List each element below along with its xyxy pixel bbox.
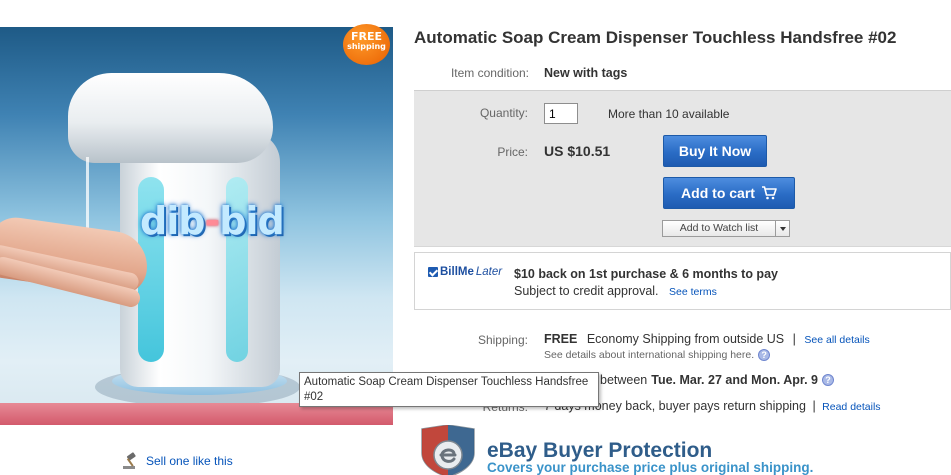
bml-logo-later: Later [475, 266, 503, 278]
product-image[interactable]: dib-bid [0, 27, 393, 425]
bill-me-later-box [414, 252, 951, 310]
delivery-estimate: between Tue. Mar. 27 and Mon. Apr. 9 ? [600, 373, 834, 387]
condition-label: Item condition: [450, 66, 529, 80]
delivery-range: Tue. Mar. 27 and Mon. Apr. 9 [651, 373, 818, 387]
read-details-link[interactable]: Read details [822, 401, 880, 413]
watch-list-label: Add to Watch list [679, 222, 759, 234]
bml-subtext: Subject to credit approval. [514, 284, 659, 298]
buyer-protection-subtitle: Covers your purchase price plus original… [487, 460, 814, 475]
image-tooltip: Automatic Soap Cream Dispenser Touchless… [299, 372, 599, 407]
buyer-protection-banner[interactable]: eBay Buyer Protection Covers your purcha… [414, 424, 951, 475]
buy-it-now-button[interactable]: Buy It Now [663, 135, 767, 167]
bml-logo-bill: BillMe [440, 266, 474, 278]
badge-free: FREE [350, 30, 382, 43]
bill-me-later-logo: BillMe Later [428, 266, 502, 278]
checkmark-icon [428, 267, 438, 277]
see-all-details-link[interactable]: See all details [804, 334, 869, 346]
delivery-prefix: between [600, 373, 648, 387]
price-value: US $10.51 [544, 143, 611, 159]
shipping-free: FREE [544, 332, 578, 346]
quantity-input[interactable] [544, 103, 578, 124]
quantity-label: Quantity: [479, 106, 528, 120]
international-shipping-note: See details about international shipping… [544, 349, 771, 361]
watermark-right: bid [219, 199, 284, 243]
availability-text: More than 10 available [608, 107, 730, 121]
sell-one-like-this-link[interactable]: Sell one like this [146, 454, 233, 468]
shipping-line: FREE Economy Shipping from outside US | … [544, 332, 870, 346]
condition-value: New with tags [544, 66, 628, 80]
international-note-text: See details about international shipping… [544, 349, 755, 361]
image-watermark: dib-bid [140, 199, 285, 243]
help-icon[interactable]: ? [758, 349, 771, 361]
cart-icon [761, 186, 777, 200]
shipping-separator: | [792, 332, 796, 346]
add-to-watch-list-button[interactable]: Add to Watch list [662, 220, 790, 237]
price-label: Price: [497, 145, 528, 159]
dispenser-head [68, 73, 273, 163]
add-to-cart-button[interactable]: Add to cart [663, 177, 795, 209]
badge-shipping: shipping [347, 42, 386, 51]
chevron-down-icon[interactable] [775, 221, 789, 236]
returns-separator: | [812, 399, 816, 413]
watermark-dash: - [204, 199, 220, 243]
sell-one-like-this[interactable]: Sell one like this [120, 451, 233, 471]
buy-it-now-label: Buy It Now [678, 143, 752, 159]
watermark-left: dib [140, 199, 205, 243]
item-title: Automatic Soap Cream Dispenser Touchless… [414, 28, 897, 47]
bml-headline: $10 back on 1st purchase & 6 months to p… [514, 267, 778, 281]
gavel-icon [120, 451, 140, 471]
help-icon[interactable]: ? [821, 374, 834, 386]
shipping-label: Shipping: [477, 333, 528, 347]
shipping-method: Economy Shipping from outside US [586, 332, 785, 346]
free-shipping-badge: FREE shipping [343, 24, 390, 65]
see-terms-link[interactable]: See terms [669, 286, 717, 298]
add-to-cart-label: Add to cart [681, 185, 755, 201]
shield-icon [416, 424, 480, 475]
